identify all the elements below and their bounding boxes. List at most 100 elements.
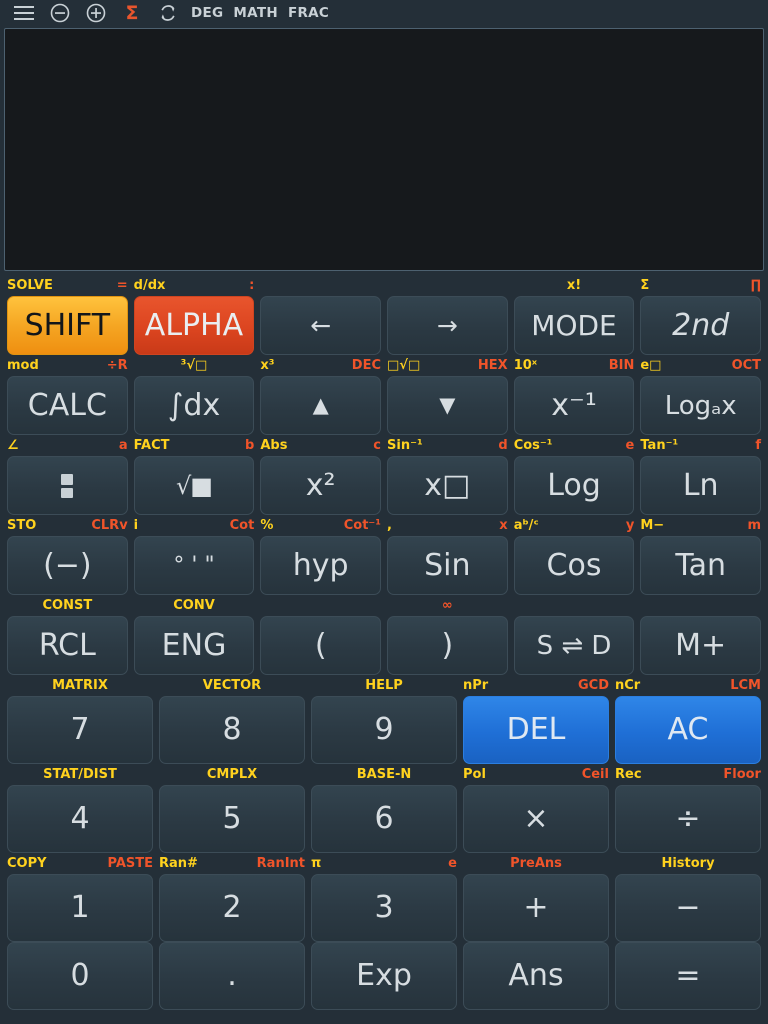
key-key[interactable]: ( [260, 616, 382, 675]
key-4[interactable]: 4 [7, 785, 153, 853]
key-label-group: Pol Ceil [460, 768, 612, 781]
key-label-group: SOLVE = [4, 279, 131, 292]
key-hyp[interactable]: hyp [260, 536, 382, 595]
key-shift[interactable]: SHIFT [7, 296, 128, 355]
key-cos[interactable]: Cos [513, 536, 635, 595]
key-label-group: STO CLRv [4, 519, 131, 532]
calculator-display[interactable] [4, 28, 764, 271]
key-key[interactable]: ← [260, 296, 382, 355]
key-cell: 7 [4, 696, 156, 764]
key-ans[interactable]: Ans [463, 942, 609, 1010]
key-label-group: nCr LCM [612, 679, 764, 692]
key-label-group: Ran# RanInt [156, 857, 308, 870]
key-key[interactable]: ÷ [615, 785, 761, 853]
key-7[interactable]: 7 [7, 696, 153, 764]
key-s-d[interactable]: S ⇌ D [513, 616, 635, 675]
key-label: ALPHA [144, 307, 244, 343]
key-cell: 2 [156, 874, 308, 942]
key-label-row: mod ÷R ³√□ x³ DEC □√□ HEX 10ˣ BIN e□ OCT [4, 355, 764, 376]
key-calc[interactable]: CALC [7, 376, 128, 435]
shift-label: □√□ [387, 358, 421, 373]
key-cell: Ln [637, 456, 764, 515]
key-tan[interactable]: Tan [640, 536, 762, 595]
key-label-group: d/dx: [131, 279, 258, 292]
key-cell: Cos [511, 536, 638, 595]
key-del[interactable]: DEL [463, 696, 609, 764]
key-m[interactable]: M+ [640, 616, 762, 675]
sigma-icon[interactable]: Σ [114, 0, 150, 26]
key-2nd[interactable]: 2nd [640, 296, 762, 355]
key-key[interactable]: ▼ [387, 376, 508, 435]
key-cell: DEL [460, 696, 612, 764]
key-5[interactable]: 5 [159, 785, 305, 853]
key-key[interactable]: ) [387, 616, 508, 675]
shift-label: BASE-N [356, 767, 412, 782]
key-2[interactable]: 2 [159, 874, 305, 942]
shift-label: FACT [133, 438, 170, 453]
shift-label: Sin⁻¹ [387, 438, 423, 453]
key-9[interactable]: 9 [311, 696, 457, 764]
key-key[interactable]: (−) [7, 536, 128, 595]
key-exp[interactable]: Exp [311, 942, 457, 1010]
refresh-icon[interactable] [150, 0, 186, 26]
key-6[interactable]: 6 [311, 785, 457, 853]
alpha-label: a [118, 438, 128, 453]
key-key[interactable]: − [615, 874, 761, 942]
alpha-label: ∞ [441, 598, 453, 613]
key-label: Tan [675, 547, 727, 583]
key-label: ÷ [675, 801, 701, 836]
key-alpha[interactable]: ALPHA [133, 296, 255, 355]
key-label-row: ∠ a FACT b Abs c Sin⁻¹ d Cos⁻¹ e Tan⁻¹ f [4, 435, 764, 456]
key-ac[interactable]: AC [615, 696, 761, 764]
key-key[interactable]: . [159, 942, 305, 1010]
key-log-x[interactable]: Logₐx [640, 376, 762, 435]
key-key[interactable]: + [463, 874, 609, 942]
alpha-label: y [625, 518, 635, 533]
key-label-group: 10ˣ BIN [511, 359, 638, 372]
key-x[interactable]: x□ [387, 456, 508, 515]
key-label: ▲ [312, 393, 329, 417]
key-3[interactable]: 3 [311, 874, 457, 942]
shift-label: d/dx [133, 278, 166, 293]
key-label: 9 [374, 712, 394, 747]
key-dx[interactable]: ∫dx [133, 376, 255, 435]
key-row: 0. Exp Ans = [4, 942, 764, 1010]
key-label: 1 [70, 890, 90, 925]
key-label: CALC [27, 387, 107, 423]
alpha-label: Cot [229, 518, 255, 533]
key-x[interactable]: x² [260, 456, 382, 515]
key-key[interactable]: ° ' " [133, 536, 255, 595]
key-key[interactable]: → [387, 296, 508, 355]
key-key[interactable]: ▲ [260, 376, 382, 435]
key-fraction[interactable] [7, 456, 128, 515]
plus-circle-icon[interactable] [78, 0, 114, 26]
key-key[interactable]: √■ [133, 456, 255, 515]
alpha-label: ÷R [106, 358, 128, 373]
key-cell: x² [257, 456, 384, 515]
key-key[interactable]: = [615, 942, 761, 1010]
key-1[interactable]: 1 [7, 874, 153, 942]
key-rcl[interactable]: RCL [7, 616, 128, 675]
key-label: AC [667, 712, 709, 747]
key-8[interactable]: 8 [159, 696, 305, 764]
key-row: SHIFT ALPHA ← → MODE 2nd [4, 296, 764, 355]
alpha-label: Ceil [581, 767, 609, 782]
key-mode[interactable]: MODE [513, 296, 635, 355]
minus-circle-icon[interactable] [42, 0, 78, 26]
key-ln[interactable]: Ln [640, 456, 762, 515]
key-cell: 8 [156, 696, 308, 764]
key-label-group: CONST [4, 599, 131, 612]
shift-label: Rec [615, 767, 642, 782]
key-label: MODE [531, 308, 617, 342]
key-key[interactable]: × [463, 785, 609, 853]
key-eng[interactable]: ENG [133, 616, 255, 675]
key-label: → [436, 311, 458, 340]
key-sin[interactable]: Sin [387, 536, 508, 595]
key-0[interactable]: 0 [7, 942, 153, 1010]
key-x[interactable]: x⁻¹ [513, 376, 635, 435]
key-label: ▼ [439, 393, 456, 417]
hamburger-menu-icon[interactable] [6, 0, 42, 26]
shift-label: x³ [260, 358, 275, 373]
key-log[interactable]: Log [513, 456, 635, 515]
key-label-group: COPY PASTE [4, 857, 156, 870]
